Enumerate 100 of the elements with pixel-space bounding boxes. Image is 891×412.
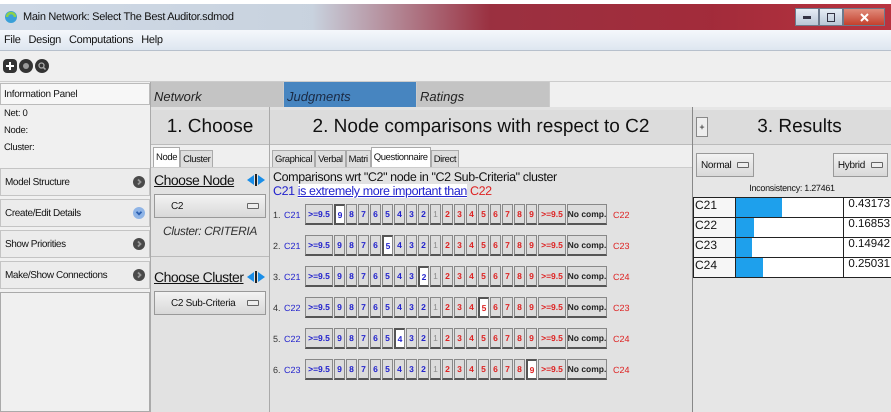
scale-button[interactable]: 3	[406, 266, 417, 287]
scale-button[interactable]: 6	[370, 204, 381, 225]
scale-button[interactable]: 4	[394, 204, 405, 225]
scale-button[interactable]: 4	[394, 359, 405, 380]
scale-button[interactable]: 7	[358, 266, 369, 287]
scale-button[interactable]: >=9.5	[538, 359, 566, 380]
scale-button[interactable]: 8	[346, 204, 357, 225]
mode-dropdown[interactable]: Normal	[696, 153, 754, 177]
scale-button[interactable]: 7	[502, 328, 513, 349]
scale-button[interactable]: 7	[358, 297, 369, 318]
scale-button[interactable]: 3	[454, 266, 465, 287]
scale-button[interactable]: 6	[370, 297, 381, 318]
scale-button[interactable]: 2	[418, 297, 429, 318]
tab[interactable]: Matri	[346, 150, 371, 167]
method-dropdown[interactable]: Hybrid	[832, 153, 888, 177]
scale-button[interactable]: 8	[514, 266, 525, 287]
scale-button[interactable]: 2	[418, 328, 429, 349]
scale-button[interactable]: 4	[466, 328, 477, 349]
scale-button[interactable]: 2	[442, 328, 453, 349]
scale-button[interactable]: 5	[382, 235, 393, 256]
scale-button[interactable]: 7	[502, 266, 513, 287]
tab[interactable]: Judgments	[284, 82, 417, 107]
scale-button[interactable]: 5	[478, 328, 489, 349]
cluster-dropdown[interactable]: C2 Sub-Criteria	[154, 291, 266, 315]
scale-button[interactable]: 7	[502, 297, 513, 318]
left-right-arrows-icon[interactable]	[246, 174, 266, 186]
minimize-button[interactable]	[795, 8, 819, 26]
scale-button[interactable]: 6	[370, 359, 381, 380]
scale-button[interactable]: No comp.	[567, 359, 607, 380]
scale-button[interactable]: 6	[370, 328, 381, 349]
scale-button[interactable]: >=9.5	[305, 328, 333, 349]
scale-button[interactable]: 5	[478, 266, 489, 287]
scale-button[interactable]: 2	[442, 235, 453, 256]
scale-button[interactable]: 3	[406, 235, 417, 256]
scale-button[interactable]: >=9.5	[305, 204, 333, 225]
tab[interactable]: Ratings	[417, 82, 550, 107]
tab[interactable]: Graphical	[272, 150, 316, 167]
scale-button[interactable]: 8	[514, 204, 525, 225]
tab[interactable]: Cluster	[180, 150, 214, 167]
scale-button[interactable]: 3	[454, 328, 465, 349]
tab[interactable]: Node	[153, 147, 180, 167]
scale-button[interactable]: 6	[490, 359, 501, 380]
scale-button[interactable]: >=9.5	[305, 359, 333, 380]
circle-icon[interactable]	[19, 59, 33, 73]
menu-item[interactable]: File	[4, 34, 21, 46]
scale-button[interactable]: No comp.	[567, 266, 607, 287]
scale-button[interactable]: 9	[334, 297, 345, 318]
scale-button[interactable]: 3	[406, 297, 417, 318]
scale-button[interactable]: 3	[406, 328, 417, 349]
scale-button[interactable]: 8	[346, 266, 357, 287]
scale-button[interactable]: 3	[454, 359, 465, 380]
scale-button[interactable]: 5	[478, 359, 489, 380]
scale-button[interactable]: 7	[358, 328, 369, 349]
scale-button[interactable]: 2	[442, 204, 453, 225]
sidebar-item[interactable]: Show Priorities	[0, 230, 150, 258]
menu-item[interactable]: Help	[141, 34, 163, 46]
scale-button[interactable]: 9	[334, 359, 345, 380]
scale-button[interactable]: 2	[418, 266, 429, 287]
scale-button[interactable]: 4	[466, 297, 477, 318]
tab[interactable]: Network	[151, 82, 284, 107]
scale-button[interactable]: 4	[466, 235, 477, 256]
scale-button[interactable]: 9	[526, 297, 537, 318]
scale-button[interactable]: 2	[418, 204, 429, 225]
scale-button[interactable]: 7	[502, 235, 513, 256]
scale-button[interactable]: 6	[490, 204, 501, 225]
left-right-arrows-icon[interactable]	[246, 271, 266, 283]
expand-button[interactable]: +	[696, 117, 708, 137]
scale-button[interactable]: 5	[478, 297, 489, 318]
tab[interactable]: Verbal	[315, 150, 346, 167]
close-button[interactable]	[843, 8, 885, 26]
scale-button[interactable]: 4	[466, 359, 477, 380]
scale-button[interactable]: 3	[406, 204, 417, 225]
scale-button[interactable]: >=9.5	[538, 235, 566, 256]
scale-button[interactable]: 2	[418, 235, 429, 256]
menu-item[interactable]: Design	[28, 34, 61, 46]
scale-button[interactable]: 4	[466, 266, 477, 287]
scale-button[interactable]: 4	[394, 266, 405, 287]
add-icon[interactable]	[3, 59, 17, 73]
scale-button[interactable]: 9	[526, 204, 537, 225]
scale-button[interactable]: 6	[490, 266, 501, 287]
sidebar-item[interactable]: Create/Edit Details	[0, 199, 150, 227]
scale-button[interactable]: 9	[526, 235, 537, 256]
scale-button[interactable]: 8	[346, 297, 357, 318]
tab[interactable]: Questionnaire	[370, 147, 431, 167]
scale-button[interactable]: No comp.	[567, 204, 607, 225]
scale-button[interactable]: 5	[382, 328, 393, 349]
scale-button[interactable]: 7	[358, 235, 369, 256]
scale-button[interactable]: 2	[442, 266, 453, 287]
verdict-link[interactable]: is extremely more important than	[298, 184, 467, 198]
scale-button[interactable]: 2	[442, 359, 453, 380]
scale-button[interactable]: 5	[382, 266, 393, 287]
scale-button[interactable]: 6	[370, 266, 381, 287]
scale-button[interactable]: 5	[478, 204, 489, 225]
scale-button[interactable]: >=9.5	[538, 204, 566, 225]
scale-button[interactable]: 8	[346, 235, 357, 256]
scale-button[interactable]: 6	[490, 328, 501, 349]
scale-button[interactable]: 5	[382, 297, 393, 318]
scale-button[interactable]: No comp.	[567, 297, 607, 318]
scale-button[interactable]: 4	[394, 297, 405, 318]
scale-button[interactable]: >=9.5	[538, 266, 566, 287]
